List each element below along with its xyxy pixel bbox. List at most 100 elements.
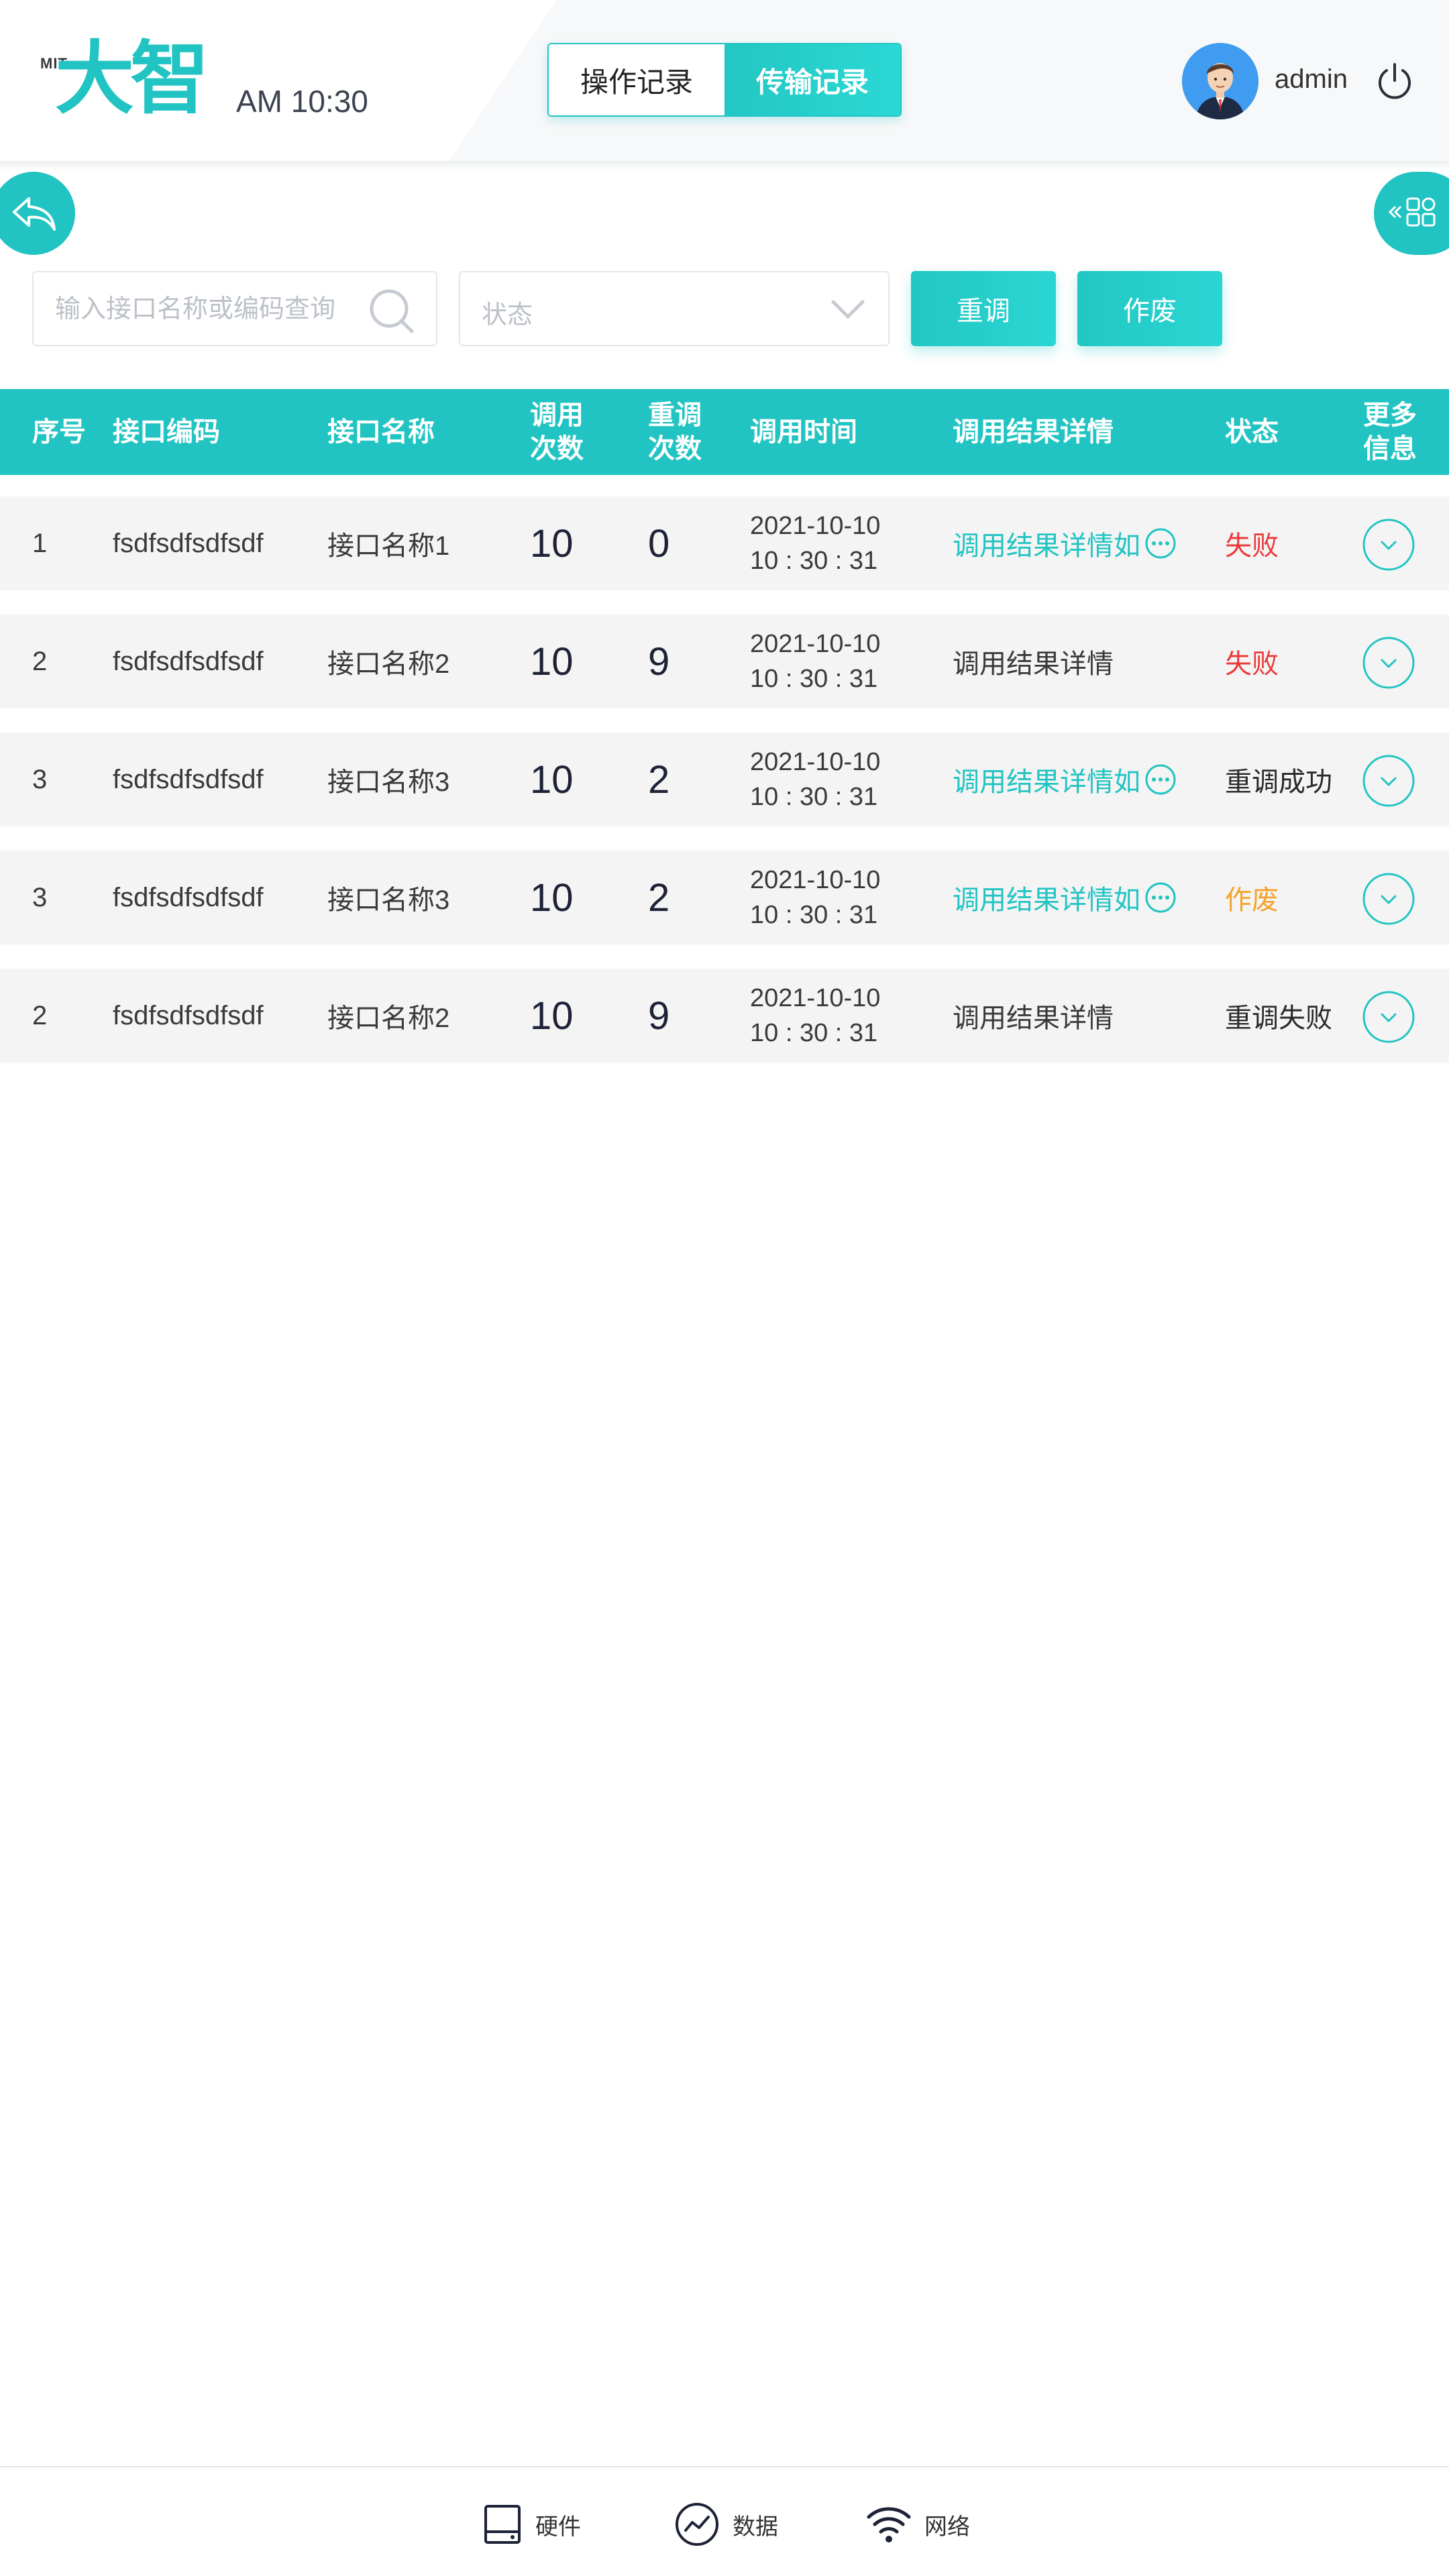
expand-circle-icon[interactable]	[1362, 636, 1415, 690]
clock: AM 10:30	[236, 84, 368, 119]
cell-retries: 2	[648, 875, 670, 920]
cell-date: 2021-10-10	[750, 984, 881, 1012]
detail-text[interactable]: 调用结果详情如	[953, 524, 1140, 563]
header-more-line1: 更多	[1363, 400, 1417, 430]
status-text: 重调失败	[1225, 1004, 1332, 1033]
header-calls: 调用 次数	[530, 389, 584, 475]
nav-item-hardware[interactable]: 硬件	[482, 2501, 581, 2548]
retry-button[interactable]: 重调	[911, 271, 1056, 346]
cell-date: 2021-10-10	[750, 630, 881, 658]
status-text: 失败	[1225, 649, 1279, 679]
cell-code: fsdfsdfsdfsdf	[113, 764, 264, 794]
cell-time: 2021-10-10 10 : 30 : 31	[750, 851, 880, 945]
cell-index: 2	[32, 1000, 48, 1030]
cell-detail: 调用结果详情	[953, 614, 1114, 708]
cell-index: 3	[32, 764, 48, 794]
table-row[interactable]: 1 fsdfsdfsdfsdf 接口名称1 10 0 2021-10-10 10 : 30 …	[0, 496, 1449, 590]
expand-circle-icon[interactable]	[1362, 754, 1415, 808]
avatar[interactable]	[1182, 43, 1258, 119]
header-index: 序号	[32, 417, 86, 447]
cell-code: fsdfsdfsdfsdf	[113, 646, 264, 676]
cell-clock: 10 : 30 : 31	[750, 783, 878, 811]
wifi-icon	[867, 2507, 911, 2542]
reply-arrow-icon	[13, 197, 56, 231]
header-code: 接口编码	[113, 417, 220, 447]
side-menu-button[interactable]	[1374, 172, 1449, 255]
data-icon	[676, 2503, 718, 2546]
cell-calls: 10	[530, 875, 574, 920]
cell-date: 2021-10-10	[750, 512, 881, 540]
back-button[interactable]	[0, 172, 75, 255]
header-detail: 调用结果详情	[953, 417, 1114, 447]
cell-name: 接口名称3	[327, 885, 450, 915]
header-retries: 重调 次数	[648, 389, 702, 475]
tab-operation-records[interactable]: 操作记录	[549, 44, 724, 115]
table-header: 序号 接口编码 接口名称 调用 次数 重调 次数 调用时间 调用结果详情 状态 …	[0, 389, 1449, 475]
cell-index: 2	[32, 646, 48, 676]
cell-date: 2021-10-10	[750, 748, 881, 776]
nav-item-data[interactable]: 数据	[674, 2501, 778, 2548]
cell-detail[interactable]: 调用结果详情如	[953, 733, 1177, 826]
status-text: 作废	[1225, 885, 1279, 915]
detail-text[interactable]: 调用结果详情如	[953, 760, 1140, 799]
nav-label-network: 网络	[924, 2514, 970, 2540]
search-icon[interactable]	[365, 284, 419, 338]
cell-calls: 10	[530, 639, 574, 684]
search-input[interactable]	[55, 292, 364, 326]
cell-code: fsdfsdfsdfsdf	[113, 882, 264, 912]
cell-retries: 9	[648, 994, 670, 1038]
power-icon[interactable]	[1374, 60, 1415, 102]
cell-name: 接口名称2	[327, 1004, 450, 1033]
header-shadow	[0, 161, 1449, 170]
nav-item-network[interactable]: 网络	[865, 2501, 970, 2548]
cell-time: 2021-10-10 10 : 30 : 31	[750, 969, 880, 1063]
more-dots-icon[interactable]	[1144, 881, 1177, 914]
void-button[interactable]: 作废	[1077, 271, 1222, 346]
cell-clock: 10 : 30 : 31	[750, 901, 878, 929]
user-avatar-icon	[1182, 43, 1258, 119]
cell-retries: 9	[648, 639, 670, 684]
expand-circle-icon[interactable]	[1362, 872, 1415, 926]
cell-time: 2021-10-10 10 : 30 : 31	[750, 614, 880, 708]
table-row[interactable]: 3 fsdfsdfsdfsdf 接口名称3 10 2 2021-10-10 10 : 30 …	[0, 733, 1449, 826]
status-text: 失败	[1225, 531, 1279, 561]
cell-calls: 10	[530, 757, 574, 802]
expand-circle-icon[interactable]	[1362, 518, 1415, 572]
status-select[interactable]: 状态	[459, 271, 890, 346]
status-text: 重调成功	[1225, 767, 1332, 797]
nav-label-data: 数据	[733, 2514, 778, 2540]
cell-detail[interactable]: 调用结果详情如	[953, 496, 1177, 590]
cell-detail[interactable]: 调用结果详情如	[953, 851, 1177, 945]
logo-text: 大智	[55, 32, 209, 125]
header-time: 调用时间	[750, 417, 857, 447]
header-more: 更多 信息	[1363, 389, 1417, 475]
cell-calls: 10	[530, 994, 574, 1038]
cell-code: fsdfsdfsdfsdf	[113, 528, 264, 558]
cell-name: 接口名称1	[327, 531, 450, 561]
cell-clock: 10 : 30 : 31	[750, 547, 878, 575]
nav-label-hardware: 硬件	[535, 2514, 581, 2540]
cell-index: 3	[32, 882, 48, 912]
table-row[interactable]: 3 fsdfsdfsdfsdf 接口名称3 10 2 2021-10-10 10 : 30 …	[0, 851, 1449, 945]
cell-retries: 0	[648, 521, 670, 566]
expand-circle-icon[interactable]	[1362, 990, 1415, 1044]
table-row[interactable]: 2 fsdfsdfsdfsdf 接口名称2 10 9 2021-10-10 10 : 30 …	[0, 614, 1449, 708]
more-dots-icon[interactable]	[1144, 763, 1177, 796]
header-retries-line1: 重调	[648, 400, 702, 430]
table-row[interactable]: 2 fsdfsdfsdfsdf 接口名称2 10 9 2021-10-10 10 : 30 …	[0, 969, 1449, 1063]
more-dots-icon[interactable]	[1144, 527, 1177, 559]
header-name: 接口名称	[327, 417, 435, 447]
status-select-placeholder: 状态	[482, 301, 533, 329]
hardware-icon	[484, 2505, 521, 2544]
header-more-line2: 信息	[1363, 434, 1417, 464]
header-status: 状态	[1225, 417, 1279, 447]
tab-transfer-records[interactable]: 传输记录	[724, 44, 900, 115]
cell-name: 接口名称3	[327, 767, 450, 797]
cell-clock: 10 : 30 : 31	[750, 1019, 878, 1047]
grid-menu-icon	[1388, 197, 1436, 227]
detail-text[interactable]: 调用结果详情如	[953, 878, 1140, 917]
bottom-nav: 硬件 数据 网络	[0, 2466, 1449, 2576]
cell-detail: 调用结果详情	[953, 969, 1114, 1063]
cell-index: 1	[32, 528, 48, 558]
cell-retries: 2	[648, 757, 670, 802]
